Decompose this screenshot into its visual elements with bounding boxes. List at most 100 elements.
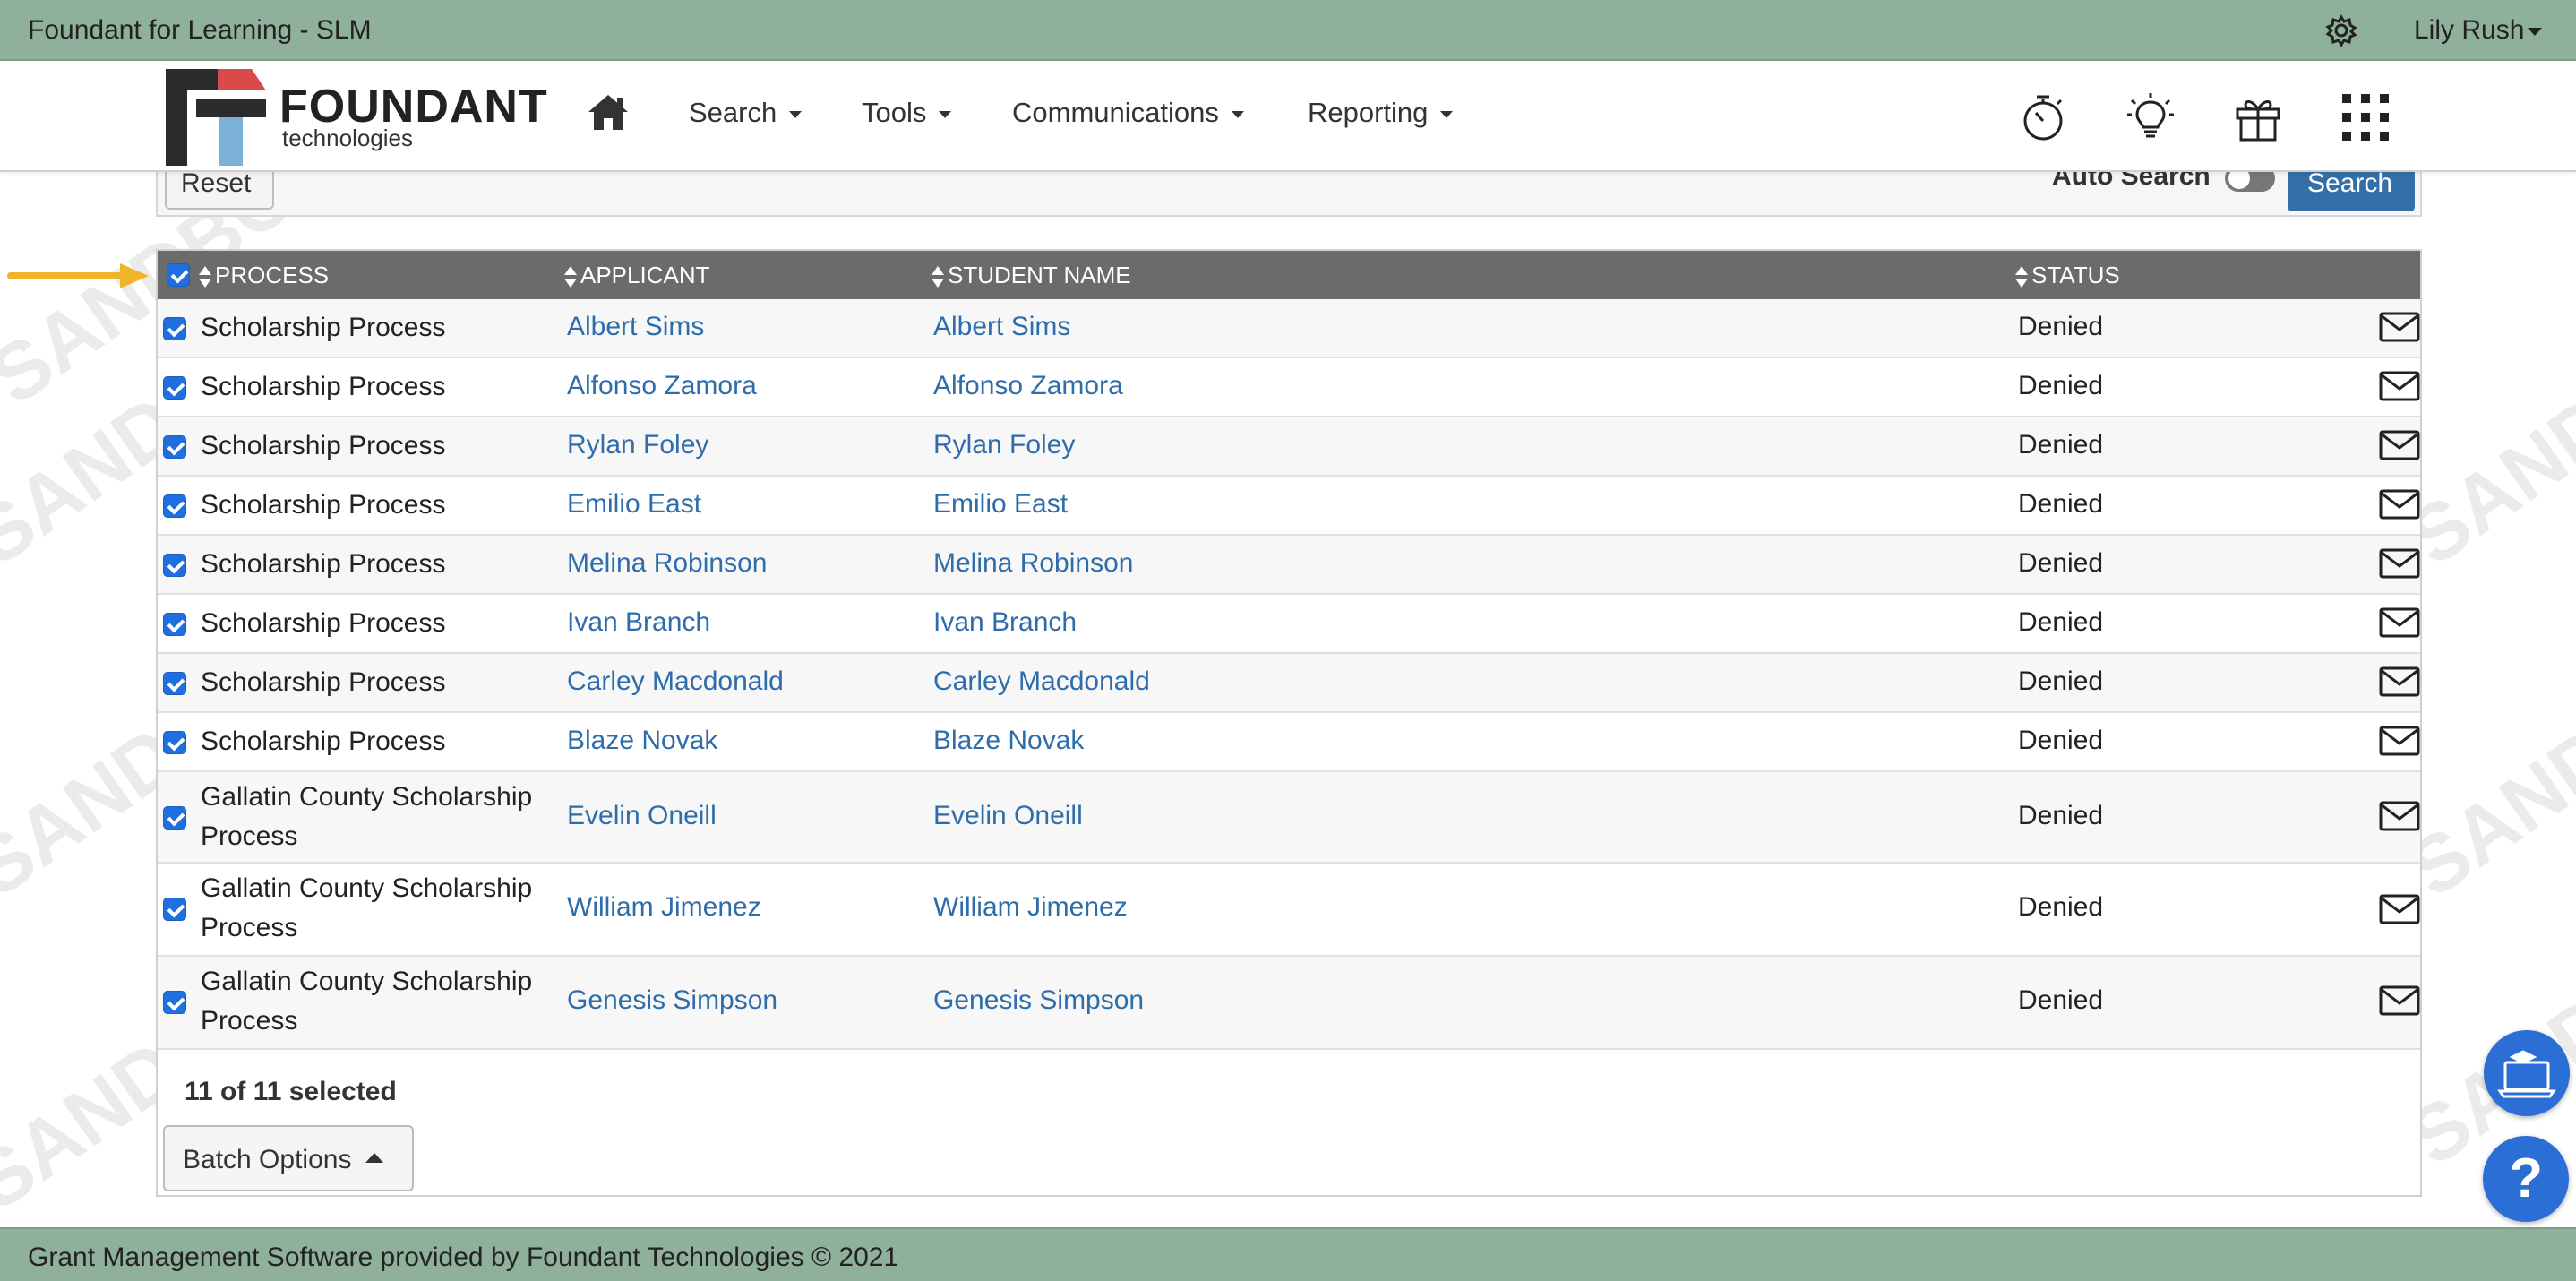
help-button[interactable]: ? (2483, 1136, 2569, 1222)
envelope-icon[interactable] (2379, 430, 2420, 460)
applicant-link[interactable]: Albert Sims (567, 312, 704, 342)
footer-text: Grant Management Software provided by Fo… (28, 1242, 899, 1272)
chevron-down-icon (789, 110, 803, 118)
table-row: Gallatin County Scholarship Process Willi… (158, 864, 2420, 957)
student-name-link[interactable]: Albert Sims (933, 312, 1070, 342)
process-cell: Gallatin County Scholarship Process (201, 778, 532, 856)
home-icon[interactable] (587, 92, 630, 132)
table-row: Scholarship Process Melina Robinson Meli… (158, 536, 2420, 595)
process-cell: Scholarship Process (201, 313, 446, 342)
column-header-status[interactable]: STATUS (2015, 262, 2120, 289)
process-cell-line: Process (201, 1006, 298, 1036)
envelope-icon[interactable] (2379, 801, 2420, 831)
envelope-icon[interactable] (2379, 312, 2420, 342)
row-checkbox[interactable] (163, 613, 186, 636)
envelope-icon[interactable] (2379, 548, 2420, 579)
student-name-link[interactable]: Blaze Novak (933, 726, 1084, 756)
table-row: Scholarship Process Emilio East Emilio E… (158, 477, 2420, 536)
lightbulb-icon[interactable] (2125, 91, 2177, 143)
column-header-applicant[interactable]: APPLICANT (564, 262, 710, 289)
applicant-link[interactable]: Blaze Novak (567, 726, 717, 756)
foundant-logo[interactable]: FOUNDANT technologies (166, 65, 547, 166)
status-cell: Denied (2018, 607, 2104, 637)
app-title-bar: Foundant for Learning - SLM Lily Rush (0, 0, 2576, 61)
row-checkbox[interactable] (163, 554, 186, 577)
status-cell: Denied (2018, 801, 2104, 830)
envelope-icon[interactable] (2379, 607, 2420, 638)
row-checkbox[interactable] (163, 806, 186, 830)
nav-search-label: Search (689, 97, 777, 128)
applicant-link[interactable]: Genesis Simpson (567, 985, 777, 1016)
gift-icon[interactable] (2232, 91, 2284, 143)
student-name-link[interactable]: Evelin Oneill (933, 801, 1083, 831)
row-checkbox[interactable] (163, 317, 186, 340)
footer: Grant Management Software provided by Fo… (0, 1227, 2576, 1281)
student-name-link[interactable]: Carley Macdonald (933, 666, 1150, 697)
sort-icon (199, 265, 211, 288)
select-all-checkbox[interactable] (167, 263, 190, 287)
table-row: Scholarship Process Ivan Branch Ivan Bra… (158, 595, 2420, 654)
apps-grid-icon[interactable] (2340, 91, 2391, 143)
applicant-link[interactable]: Ivan Branch (567, 607, 710, 638)
nav-communications-label: Communications (1012, 97, 1219, 128)
row-checkbox[interactable] (163, 731, 186, 754)
row-checkbox[interactable] (163, 435, 186, 459)
applicant-link[interactable]: Evelin Oneill (567, 801, 717, 831)
applicant-link[interactable]: Rylan Foley (567, 430, 708, 460)
student-name-link[interactable]: Alfonso Zamora (933, 371, 1123, 401)
applicant-link[interactable]: Melina Robinson (567, 548, 767, 579)
column-header-student-name[interactable]: STUDENT NAME (932, 262, 1131, 289)
applicant-link[interactable]: Emilio East (567, 489, 701, 520)
user-name: Lily Rush (2414, 15, 2525, 45)
row-checkbox[interactable] (163, 991, 186, 1014)
sort-icon (564, 265, 577, 288)
nav-tools[interactable]: Tools (862, 97, 952, 129)
process-cell-line: Gallatin County Scholarship (201, 782, 533, 812)
envelope-icon[interactable] (2379, 894, 2420, 924)
student-name-link[interactable]: Melina Robinson (933, 548, 1133, 579)
nav-reporting-label: Reporting (1308, 97, 1429, 128)
row-checkbox[interactable] (163, 494, 186, 518)
nav-reporting[interactable]: Reporting (1308, 97, 1454, 129)
process-cell-line: Process (201, 913, 298, 942)
student-name-link[interactable]: Rylan Foley (933, 430, 1075, 460)
envelope-icon[interactable] (2379, 489, 2420, 520)
nav-search[interactable]: Search (689, 97, 803, 129)
status-cell: Denied (2018, 666, 2104, 696)
status-cell: Denied (2018, 371, 2104, 400)
student-name-link[interactable]: Genesis Simpson (933, 985, 1144, 1016)
user-menu[interactable]: Lily Rush (2414, 15, 2543, 46)
student-name-link[interactable]: Emilio East (933, 489, 1068, 520)
process-cell: Scholarship Process (201, 372, 446, 401)
stopwatch-icon[interactable] (2017, 91, 2069, 143)
envelope-icon[interactable] (2379, 371, 2420, 401)
row-checkbox[interactable] (163, 898, 186, 921)
applicant-link[interactable]: Carley Macdonald (567, 666, 784, 697)
student-name-link[interactable]: William Jimenez (933, 892, 1128, 923)
status-cell: Denied (2018, 489, 2104, 519)
status-cell: Denied (2018, 312, 2104, 341)
chevron-down-icon (2528, 27, 2543, 36)
process-cell-line: Gallatin County Scholarship (201, 967, 533, 996)
gear-icon[interactable] (2323, 13, 2359, 48)
process-cell: Scholarship Process (201, 726, 446, 756)
column-header-process[interactable]: PROCESS (199, 262, 329, 289)
batch-options-button[interactable]: Batch Options (163, 1125, 414, 1191)
applicant-link[interactable]: William Jimenez (567, 892, 761, 923)
table-row: Scholarship Process Albert Sims Albert S… (158, 299, 2420, 358)
envelope-icon[interactable] (2379, 726, 2420, 756)
process-cell: Scholarship Process (201, 490, 446, 520)
envelope-icon[interactable] (2379, 985, 2420, 1016)
sort-icon (932, 265, 944, 288)
student-name-link[interactable]: Ivan Branch (933, 607, 1077, 638)
chevron-down-icon (1231, 110, 1244, 118)
process-cell: Scholarship Process (201, 667, 446, 697)
row-checkbox[interactable] (163, 672, 186, 695)
learning-laptop-button[interactable] (2484, 1030, 2570, 1116)
applicant-link[interactable]: Alfonso Zamora (567, 371, 757, 401)
logo-mark-icon (166, 69, 266, 166)
row-checkbox[interactable] (163, 376, 186, 400)
envelope-icon[interactable] (2379, 666, 2420, 697)
nav-communications[interactable]: Communications (1012, 97, 1244, 129)
table-row: Scholarship Process Blaze Novak Blaze No… (158, 713, 2420, 772)
